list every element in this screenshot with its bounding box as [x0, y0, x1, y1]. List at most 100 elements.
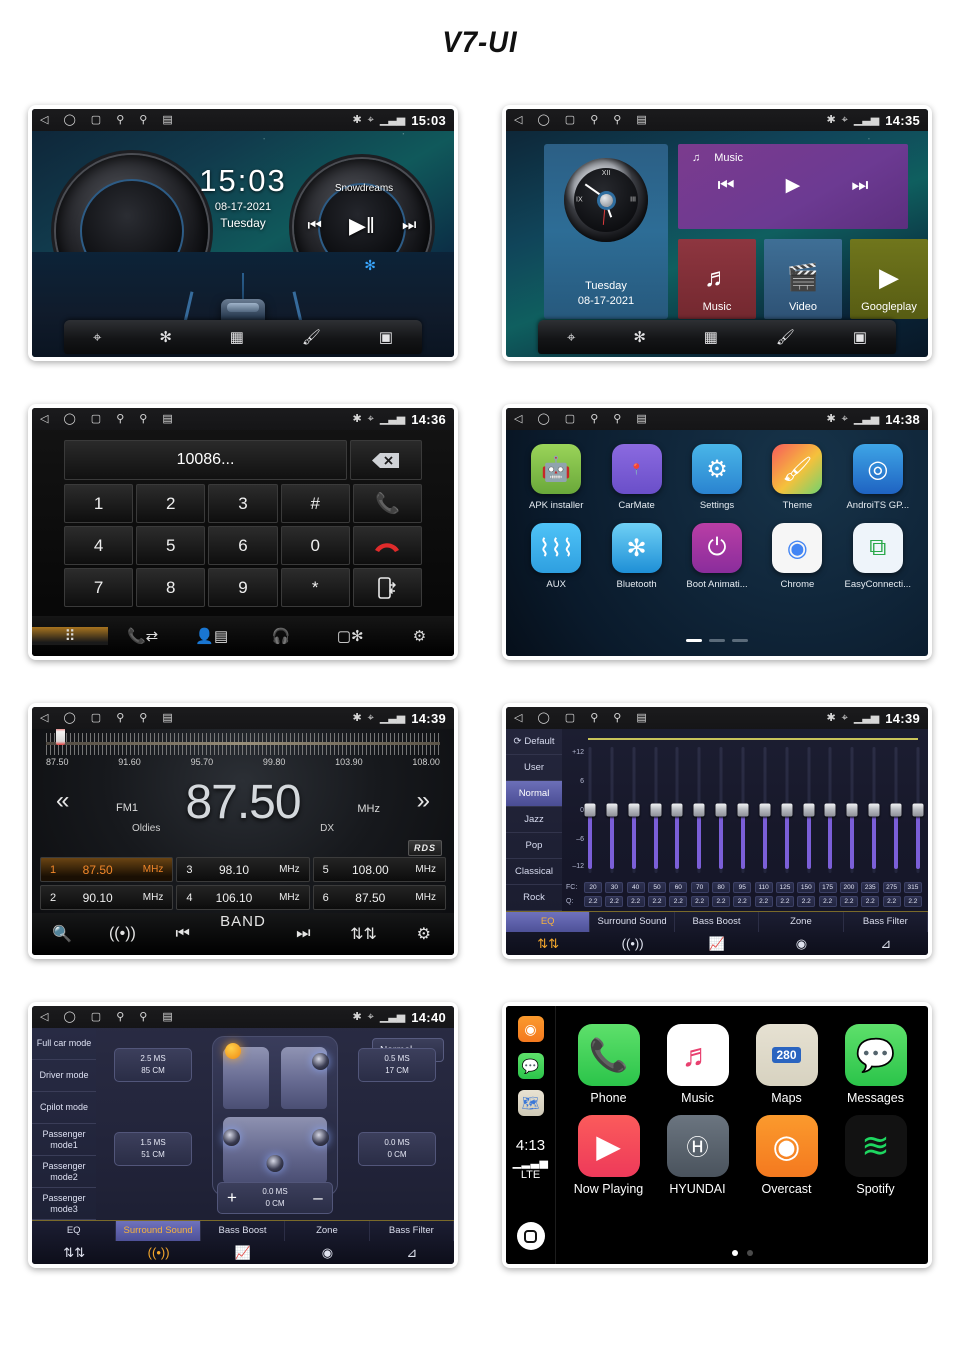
q-cell[interactable]: 2.2 [647, 896, 666, 907]
tab-eq[interactable]: EQ [32, 1221, 117, 1241]
messages-icon[interactable]: 💬 [517, 1053, 544, 1079]
q-cell[interactable]: 2.2 [818, 896, 837, 907]
home-dock[interactable]: ⌖ ✻ ▦ 🖌 ▣ [538, 320, 896, 354]
settings-gear-icon[interactable]: ⚙ [394, 924, 454, 944]
recents-icon[interactable]: ▢ [91, 712, 101, 724]
home-media-controls[interactable]: ⏮ ▶‖ ⏭ [294, 213, 430, 239]
phone-number-input[interactable]: 10086... [64, 440, 347, 480]
prev-track-icon[interactable]: ⏮ [153, 925, 213, 943]
app-theme[interactable]: 🖌 Theme [757, 444, 837, 511]
tab-bass-filter[interactable]: Bass Filter [370, 1221, 454, 1241]
fc-cell[interactable]: 150 [797, 882, 816, 893]
equalizer-icon[interactable]: ⇅⇅ [333, 924, 393, 944]
fc-cell[interactable]: 70 [690, 882, 709, 893]
key-star[interactable]: * [280, 568, 350, 607]
apps-icon[interactable]: ▦ [704, 328, 718, 346]
fc-value-cells[interactable]: 20 30 40 50 60 70 80 95 110 125 150 175 200 235 275 315 [584, 882, 922, 893]
eq-band-sliders[interactable] [584, 747, 924, 873]
delay-rear-left[interactable]: 1.5 MS 51 CM [114, 1132, 192, 1166]
eq-band-slider[interactable] [584, 747, 596, 873]
panel-widgets[interactable]: ◁ ◯ ▢ ⚲ ⚲ ▤ ✱ ⌖ ▁▃▅ 14:35 XII III IX Tue… [506, 109, 928, 357]
bt-headset-icon[interactable]: 🎧 [246, 627, 315, 645]
eq-band-slider[interactable] [650, 747, 662, 873]
clock-widget[interactable]: XII III IX Tuesday 08-17-2021 [544, 144, 668, 319]
carplay-app-hyundai[interactable]: Ⓗ HYUNDAI [653, 1115, 742, 1196]
recents-icon[interactable]: ▢ [565, 413, 575, 425]
eq-preset-user[interactable]: User [506, 755, 562, 781]
slider-knob[interactable] [737, 803, 749, 817]
sound-tab-labels[interactable]: EQ Surround Sound Bass Boost Zone Bass F… [506, 912, 928, 932]
tab-bass-boost[interactable]: Bass Boost [675, 912, 760, 932]
fc-cell[interactable]: 125 [775, 882, 794, 893]
page-dot-2[interactable] [709, 639, 725, 642]
q-cell[interactable]: 2.2 [861, 896, 880, 907]
eq-band-slider[interactable] [671, 747, 683, 873]
tile-googleplay[interactable]: ▶ Googleplay [850, 239, 928, 319]
mode-full-car[interactable]: Full car mode [32, 1028, 96, 1060]
page-dot-1[interactable] [686, 639, 702, 642]
app-grid[interactable]: 🤖 APK installer 📍 CarMate ⚙ Settings 🖌 T… [516, 444, 918, 590]
preset-1[interactable]: 1 87.50 MHz [40, 857, 174, 882]
eq-band-slider[interactable] [868, 747, 880, 873]
fc-cell[interactable]: 40 [626, 882, 645, 893]
app-aux[interactable]: ⌇⌇⌇ AUX [516, 523, 596, 590]
theme-icon[interactable]: 🖌 [302, 328, 321, 346]
carplay-app-messages[interactable]: 💬 Messages [831, 1024, 920, 1105]
delay-front-left[interactable]: 2.5 MS 85 CM [114, 1048, 192, 1082]
apps-icon[interactable]: ▦ [230, 328, 244, 346]
back-icon[interactable]: ◁ [514, 413, 522, 425]
next-track-icon[interactable]: ⏭ [273, 925, 333, 943]
equalizer-icon[interactable]: ⇅⇅ [506, 932, 590, 955]
mode-cpilot[interactable]: Cpilot mode [32, 1092, 96, 1124]
q-value-cells[interactable]: 2.2 2.2 2.2 2.2 2.2 2.2 2.2 2.2 2.2 2.2 2.2 2.2 2.2 2… [584, 896, 922, 907]
page-dot-3[interactable] [732, 639, 748, 642]
antenna-icon[interactable]: ((•)) [92, 925, 152, 943]
eq-band-slider[interactable] [912, 747, 924, 873]
q-cell[interactable]: 2.2 [839, 896, 858, 907]
home-icon[interactable]: ◯ [63, 114, 75, 126]
carplay-sidebar[interactable]: ◉ 💬 🗺 4:13 ▁▂▃▅ LTE [506, 1006, 556, 1264]
eq-band-slider[interactable] [606, 747, 618, 873]
tile-music[interactable]: ♬ Music [678, 239, 756, 319]
delay-rear-right[interactable]: 0.0 MS 0 CM [358, 1132, 436, 1166]
page-indicator[interactable] [506, 639, 928, 642]
tab-bass-filter[interactable]: Bass Filter [844, 912, 928, 932]
q-cell[interactable]: 2.2 [903, 896, 922, 907]
fc-cell[interactable]: 95 [733, 882, 752, 893]
fc-cell[interactable]: 60 [669, 882, 688, 893]
radio-icon[interactable]: ▣ [379, 328, 393, 346]
carplay-app-music[interactable]: ♬ Music [653, 1024, 742, 1105]
preset-3[interactable]: 3 98.10 MHz [176, 857, 310, 882]
recents-icon[interactable]: ▢ [565, 114, 575, 126]
dialer-keypad[interactable]: 1 2 3 # 📞 4 5 6 0 7 8 9 * [64, 484, 422, 607]
navigation-icon[interactable]: ⌖ [93, 329, 101, 346]
eq-band-slider[interactable] [824, 747, 836, 873]
home-icon[interactable]: ◯ [537, 114, 549, 126]
delay-front-right[interactable]: 0.5 MS 17 CM [358, 1048, 436, 1082]
surround-icon[interactable]: ((•)) [116, 1241, 200, 1264]
slider-knob[interactable] [606, 803, 618, 817]
q-cell[interactable]: 2.2 [733, 896, 752, 907]
eq-band-slider[interactable] [737, 747, 749, 873]
panel-home[interactable]: ◁ ◯ ▢ ⚲ ⚲ ▤ ✱ ⌖ ▁▃▅ 15:03 15:03 08-17-20… [32, 109, 454, 357]
carplay-app-spotify[interactable]: ≋ Spotify [831, 1115, 920, 1196]
preset-2[interactable]: 2 90.10 MHz [40, 885, 174, 910]
slider-knob[interactable] [846, 803, 858, 817]
key-6[interactable]: 6 [208, 526, 278, 565]
fc-cell[interactable]: 110 [754, 882, 773, 893]
slider-knob[interactable] [824, 803, 836, 817]
music-widget-controls[interactable]: ⏮ ▶ ⏭ [692, 174, 894, 197]
back-icon[interactable]: ◁ [40, 712, 48, 724]
tab-bass-boost[interactable]: Bass Boost [201, 1221, 286, 1241]
app-carmate[interactable]: 📍 CarMate [596, 444, 676, 511]
radio-dock[interactable]: 🔍 ((•)) ⏮ BAND ⏭ ⇅⇅ ⚙ [32, 913, 454, 955]
backspace-button[interactable] [350, 440, 422, 480]
carplay-app-phone[interactable]: 📞 Phone [564, 1024, 653, 1105]
fc-cell[interactable]: 275 [882, 882, 901, 893]
bluetooth-icon[interactable]: ✻ [159, 328, 172, 346]
q-cell[interactable]: 2.2 [882, 896, 901, 907]
fc-cell[interactable]: 200 [839, 882, 858, 893]
maps-icon[interactable]: 🗺 [517, 1090, 544, 1116]
increase-button[interactable]: + [218, 1188, 246, 1208]
frequency-scale[interactable] [46, 733, 440, 755]
